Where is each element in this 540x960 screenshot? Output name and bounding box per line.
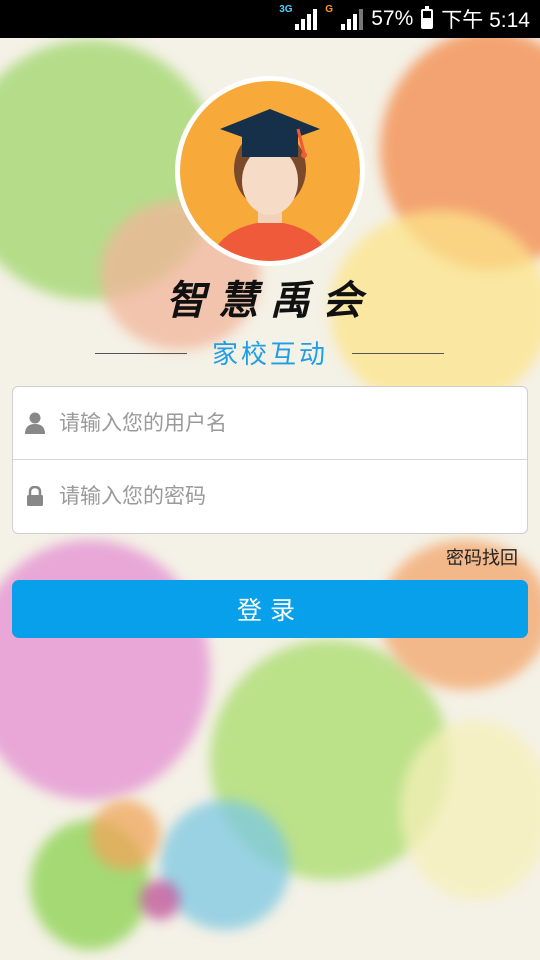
username-row	[13, 387, 527, 460]
network-type-label: 3G	[279, 4, 293, 15]
bg-blob	[400, 720, 540, 900]
password-input[interactable]	[57, 483, 501, 509]
signal-3g-icon: 3G	[279, 4, 318, 32]
bg-blob	[90, 800, 160, 870]
app-logo-avatar	[175, 76, 365, 266]
signal-g-icon: G	[325, 4, 364, 32]
password-row	[13, 460, 527, 532]
forgot-password-link[interactable]: 密码找回	[446, 544, 518, 570]
bg-blob	[0, 540, 210, 800]
username-input[interactable]	[57, 410, 501, 436]
app-brand-title: 智慧禹会	[166, 277, 374, 324]
login-screen: 3G G 57% 下午 5:14 智慧禹会 家校互动 请输入您的用户名 密码找回…	[0, 0, 540, 960]
battery-icon	[421, 6, 434, 29]
login-form	[12, 386, 528, 534]
divider	[352, 353, 444, 354]
clock: 下午 5:14	[441, 9, 530, 32]
user-icon	[13, 387, 57, 459]
app-subtitle: 家校互动	[211, 340, 328, 370]
bg-blob	[160, 800, 290, 930]
login-button[interactable]: 登录	[12, 580, 528, 638]
status-bar: 3G G 57% 下午 5:14	[0, 0, 540, 38]
bg-blob	[140, 880, 180, 920]
battery-percent: 57%	[371, 7, 414, 30]
graduate-avatar-icon	[180, 81, 360, 261]
network-type-label: G	[325, 4, 334, 15]
subtitle-row: 家校互动	[0, 334, 540, 374]
lock-icon	[13, 460, 57, 532]
